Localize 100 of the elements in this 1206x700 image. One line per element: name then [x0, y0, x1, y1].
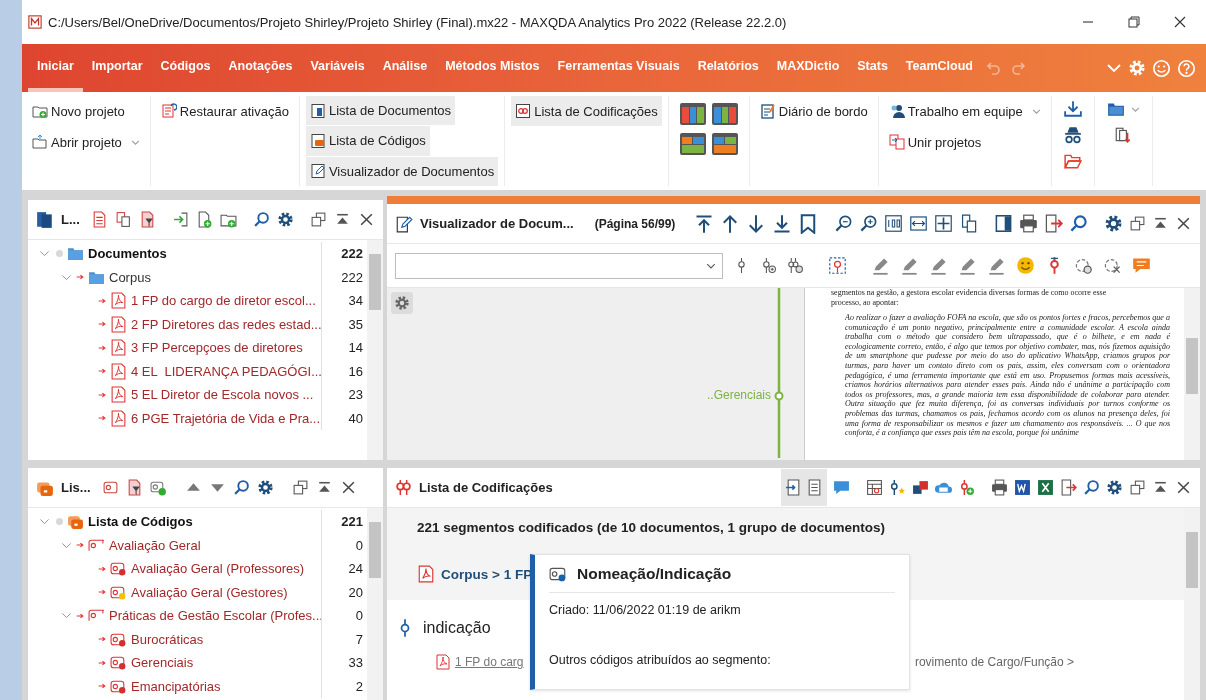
table-icon[interactable]: [866, 479, 883, 496]
fit-page-icon[interactable]: [934, 214, 953, 233]
copy-icon[interactable]: [114, 211, 132, 228]
tree-item[interactable]: 1 FP do cargo de diretor escol...: [131, 293, 316, 309]
settings-icon[interactable]: [276, 211, 294, 228]
add-code-icon[interactable]: [958, 479, 975, 496]
tree-item[interactable]: Práticas de Gestão Escolar (Profes...: [109, 608, 323, 624]
print-icon[interactable]: [1019, 214, 1038, 233]
settings-icon[interactable]: [1106, 479, 1123, 496]
first-page-icon[interactable]: [694, 213, 714, 234]
view-toggle[interactable]: [781, 469, 827, 506]
document-view-icon[interactable]: [785, 479, 802, 496]
scrollbar[interactable]: [367, 508, 383, 700]
ribbon-button[interactable]: Novo projeto: [28, 96, 129, 126]
tree-item[interactable]: 3 FP Percepçoes de diretores: [131, 340, 303, 356]
print-icon[interactable]: [991, 479, 1008, 496]
highlighter-icon[interactable]: [871, 256, 890, 275]
close-icon[interactable]: [1175, 215, 1192, 232]
emoticon-icon[interactable]: [1016, 256, 1035, 275]
layout-icon[interactable]: [678, 102, 707, 126]
export-icon[interactable]: [1044, 214, 1063, 233]
menu-tab[interactable]: Importar: [82, 44, 152, 92]
last-page-icon[interactable]: [772, 213, 792, 234]
highlighter-icon[interactable]: [929, 256, 948, 275]
help-icon[interactable]: [1177, 58, 1196, 78]
export-icon[interactable]: [1060, 479, 1077, 496]
ribbon-button[interactable]: Diário de bordo: [755, 96, 872, 126]
zoom-100-icon[interactable]: [884, 214, 903, 233]
search-icon[interactable]: [1083, 479, 1100, 496]
restore-window-icon[interactable]: [1126, 14, 1142, 30]
page-icon[interactable]: [959, 214, 978, 233]
tree-item[interactable]: 5 EL Diretor de Escola novos ...: [131, 387, 314, 403]
ribbon-button[interactable]: Lista de Códigos: [305, 126, 430, 156]
tree-item[interactable]: Corpus: [109, 269, 151, 285]
select-area-icon[interactable]: [828, 256, 847, 275]
tree-item[interactable]: 2 FP Diretores das redes estad...: [131, 316, 322, 332]
folder-icon[interactable]: [1063, 152, 1082, 170]
settings-button[interactable]: [391, 292, 413, 314]
new-code-icon[interactable]: [149, 479, 167, 496]
sidebar-icon[interactable]: [994, 214, 1013, 233]
close-icon[interactable]: [358, 211, 375, 228]
tree-item[interactable]: Documentos: [88, 246, 167, 262]
tree-item[interactable]: Burocráticas: [131, 631, 204, 647]
comment-icon[interactable]: [1132, 256, 1151, 275]
scrollbar[interactable]: [367, 240, 383, 460]
smiley-icon[interactable]: [1152, 58, 1171, 78]
tree-item[interactable]: Avaliação Geral (Professores): [131, 561, 305, 577]
layout-icon[interactable]: [710, 132, 739, 156]
ribbon-button[interactable]: Unir projetos: [884, 127, 986, 157]
ribbon-button[interactable]: Visualizador de Documentos: [305, 156, 499, 186]
code-set-icon[interactable]: [101, 479, 119, 496]
list-view-icon[interactable]: [806, 479, 823, 496]
layout-icon[interactable]: [678, 132, 707, 156]
code-star-icon[interactable]: [889, 479, 906, 496]
ribbon-button[interactable]: Trabalho em equipe: [884, 96, 1045, 126]
highlighter-icon[interactable]: [958, 256, 977, 275]
undock-icon[interactable]: [310, 211, 327, 228]
next-page-icon[interactable]: [746, 213, 766, 234]
undock-icon[interactable]: [1129, 479, 1146, 496]
tree-item[interactable]: Avaliação Geral (Gestores): [131, 584, 288, 600]
close-icon[interactable]: [1175, 479, 1192, 496]
ribbon-button[interactable]: Restaurar ativação: [156, 96, 293, 126]
tree-item[interactable]: Avaliação Geral: [109, 537, 201, 553]
menu-tab[interactable]: Métodos Mistos: [436, 44, 549, 92]
search-icon[interactable]: [232, 479, 250, 496]
scrollbar[interactable]: [1184, 508, 1200, 700]
search-icon[interactable]: [1069, 214, 1088, 233]
ribbon-button[interactable]: Lista de Documentos: [305, 96, 456, 126]
settings-icon[interactable]: [256, 479, 274, 496]
layout-icon[interactable]: [710, 102, 739, 126]
settings-icon[interactable]: [1104, 214, 1123, 233]
close-icon[interactable]: [1172, 14, 1188, 30]
source-link[interactable]: 1 FP do carg: [455, 655, 524, 669]
comment-icon[interactable]: [833, 479, 850, 496]
word-icon[interactable]: [1014, 479, 1031, 496]
undock-icon[interactable]: [291, 479, 309, 496]
tree-item[interactable]: 6 PGE Trajetória de Vida e Pra...: [131, 410, 321, 426]
search-icon[interactable]: [252, 211, 270, 228]
export-icon[interactable]: [1114, 126, 1133, 144]
tree-item[interactable]: Emancipatórias: [131, 678, 221, 694]
tree-item[interactable]: 4 EL LIDERANÇA PEDAGÓGI...: [131, 363, 322, 379]
fit-width-icon[interactable]: [909, 214, 928, 233]
menu-tab[interactable]: Códigos: [151, 44, 220, 92]
undock-icon[interactable]: [1129, 215, 1146, 232]
menu-tab[interactable]: Anotações: [219, 44, 302, 92]
highlighter-icon[interactable]: [987, 256, 1006, 275]
ribbon-button[interactable]: Lista de Codificações: [511, 96, 662, 126]
link-remove-icon[interactable]: [1103, 256, 1122, 275]
spy-icon[interactable]: [1063, 126, 1082, 144]
highlighter-icon[interactable]: [900, 256, 919, 275]
code-pins-icon[interactable]: [787, 257, 804, 274]
link-add-icon[interactable]: [1074, 256, 1093, 275]
folder-icon[interactable]: [1106, 100, 1125, 118]
ribbon-button[interactable]: Abrir projeto: [28, 127, 144, 157]
squares-icon[interactable]: [912, 479, 929, 496]
zoom-in-icon[interactable]: [859, 214, 878, 233]
code-pin-plus-icon[interactable]: [760, 257, 777, 274]
zoom-out-icon[interactable]: [834, 214, 853, 233]
menu-tab[interactable]: Variáveis: [301, 44, 374, 92]
tree-item[interactable]: Lista de Códigos: [88, 514, 193, 530]
